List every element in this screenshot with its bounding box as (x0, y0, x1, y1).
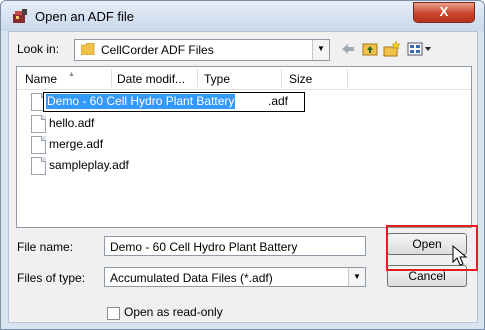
folder-icon (81, 43, 95, 55)
list-item[interactable]: hello.adf (31, 114, 191, 134)
rename-field[interactable]: Demo - 60 Cell Hydro Plant Battery .adf (43, 92, 305, 112)
view-menu-icon[interactable] (407, 41, 433, 57)
file-name: merge.adf (49, 137, 104, 151)
column-divider[interactable] (347, 69, 348, 87)
dialog-body: Look in: CellCorder ADF Files ▼ ▲ Name D… (8, 31, 478, 323)
list-item-selected[interactable]: Demo - 60 Cell Hydro Plant Battery .adf (31, 92, 321, 112)
window-title: Open an ADF file (35, 9, 134, 24)
file-name: sampleplay.adf (49, 158, 129, 172)
column-headers: ▲ Name Date modif... Type Size (17, 67, 471, 90)
mouse-cursor-icon (452, 245, 468, 266)
look-in-combobox[interactable]: CellCorder ADF Files ▼ (74, 39, 330, 61)
file-icon (31, 136, 46, 154)
column-header-name[interactable]: ▲ Name (25, 71, 75, 88)
rename-extension: .adf (268, 94, 289, 108)
look-in-value: CellCorder ADF Files (101, 43, 214, 57)
read-only-label: Open as read-only (124, 305, 223, 319)
look-in-label: Look in: (17, 42, 60, 56)
files-of-type-value: Accumulated Data Files (*.adf) (110, 271, 273, 285)
chevron-down-icon[interactable]: ▼ (348, 268, 365, 286)
column-divider[interactable] (197, 69, 198, 87)
close-button[interactable]: X (413, 2, 475, 23)
chevron-down-icon[interactable]: ▼ (312, 40, 329, 60)
files-of-type-label: Files of type: (17, 271, 86, 285)
close-icon: X (439, 4, 449, 19)
file-icon (31, 115, 46, 133)
file-icon (31, 157, 46, 175)
file-list[interactable]: ▲ Name Date modif... Type Size Demo - 60… (16, 66, 472, 228)
column-divider[interactable] (111, 69, 112, 87)
list-item[interactable]: sampleplay.adf (31, 156, 191, 176)
sort-arrow-icon: ▲ (68, 71, 75, 78)
column-header-size[interactable]: Size (289, 72, 312, 88)
read-only-checkbox[interactable] (107, 307, 120, 320)
title-bar[interactable]: Open an ADF file X (1, 1, 484, 31)
column-header-type[interactable]: Type (204, 72, 230, 88)
list-item[interactable]: merge.adf (31, 135, 191, 155)
new-folder-icon[interactable] (383, 41, 401, 57)
files-of-type-select[interactable]: Accumulated Data Files (*.adf) ▼ (104, 267, 366, 287)
file-name-input[interactable]: Demo - 60 Cell Hydro Plant Battery (104, 236, 366, 256)
file-name-value: Demo - 60 Cell Hydro Plant Battery (110, 240, 298, 254)
column-header-date[interactable]: Date modif... (117, 72, 185, 88)
back-arrow-icon[interactable] (339, 41, 357, 57)
up-folder-icon[interactable] (361, 41, 379, 57)
file-name-label: File name: (17, 240, 74, 254)
rename-selected-text: Demo - 60 Cell Hydro Plant Battery (46, 94, 236, 109)
open-file-dialog: Open an ADF file X Look in: CellCorder A… (0, 0, 485, 330)
file-name: hello.adf (49, 116, 95, 130)
column-divider[interactable] (281, 69, 282, 87)
app-icon (13, 9, 27, 23)
